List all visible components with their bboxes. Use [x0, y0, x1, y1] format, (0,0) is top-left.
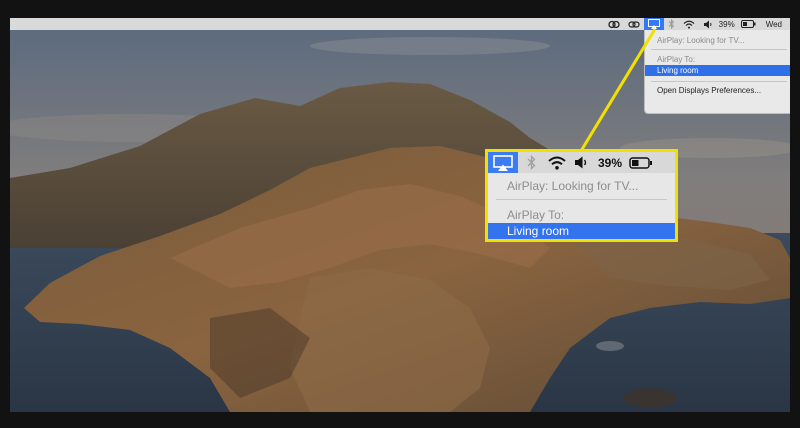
wifi-icon[interactable] [544, 152, 570, 173]
living-room-item[interactable]: Living room [488, 223, 675, 239]
callout-menu-bar: 39% [488, 152, 675, 173]
bluetooth-icon[interactable] [518, 152, 544, 173]
menu-bar: 39% Wed [10, 18, 790, 30]
battery-percentage[interactable]: 39% [717, 18, 737, 30]
airplay-status-item: AirPlay: Looking for TV... [657, 36, 745, 45]
airplay-icon[interactable] [643, 18, 664, 30]
wifi-icon[interactable] [679, 18, 699, 30]
menu-separator [496, 199, 667, 200]
airplay-to-label: AirPlay To: [657, 55, 696, 64]
menubar-clock[interactable]: Wed [760, 18, 782, 30]
link-icon[interactable] [624, 18, 644, 30]
airplay-dropdown-menu: AirPlay: Looking for TV... AirPlay To: L… [644, 30, 790, 114]
screenshot-frame: 39% Wed AirPlay: Looking for TV... AirPl… [0, 0, 800, 428]
living-room-item[interactable]: Living room [645, 65, 790, 76]
bluetooth-icon[interactable] [664, 18, 679, 30]
airplay-status-item: AirPlay: Looking for TV... [507, 179, 639, 193]
open-displays-preferences-item[interactable]: Open Displays Preferences... [645, 85, 790, 96]
menu-separator [651, 81, 787, 82]
airplay-icon[interactable] [488, 152, 518, 173]
battery-percentage[interactable]: 39% [592, 152, 626, 173]
volume-icon[interactable] [570, 152, 592, 173]
battery-icon[interactable] [626, 152, 656, 173]
menu-separator [651, 49, 787, 50]
battery-icon[interactable] [737, 18, 760, 30]
zoomed-callout: 39% AirPlay: Looking for TV... AirPlay T… [485, 149, 678, 242]
volume-icon[interactable] [699, 18, 717, 30]
airplay-to-label: AirPlay To: [507, 208, 565, 222]
creative-cloud-icon[interactable] [604, 18, 624, 30]
